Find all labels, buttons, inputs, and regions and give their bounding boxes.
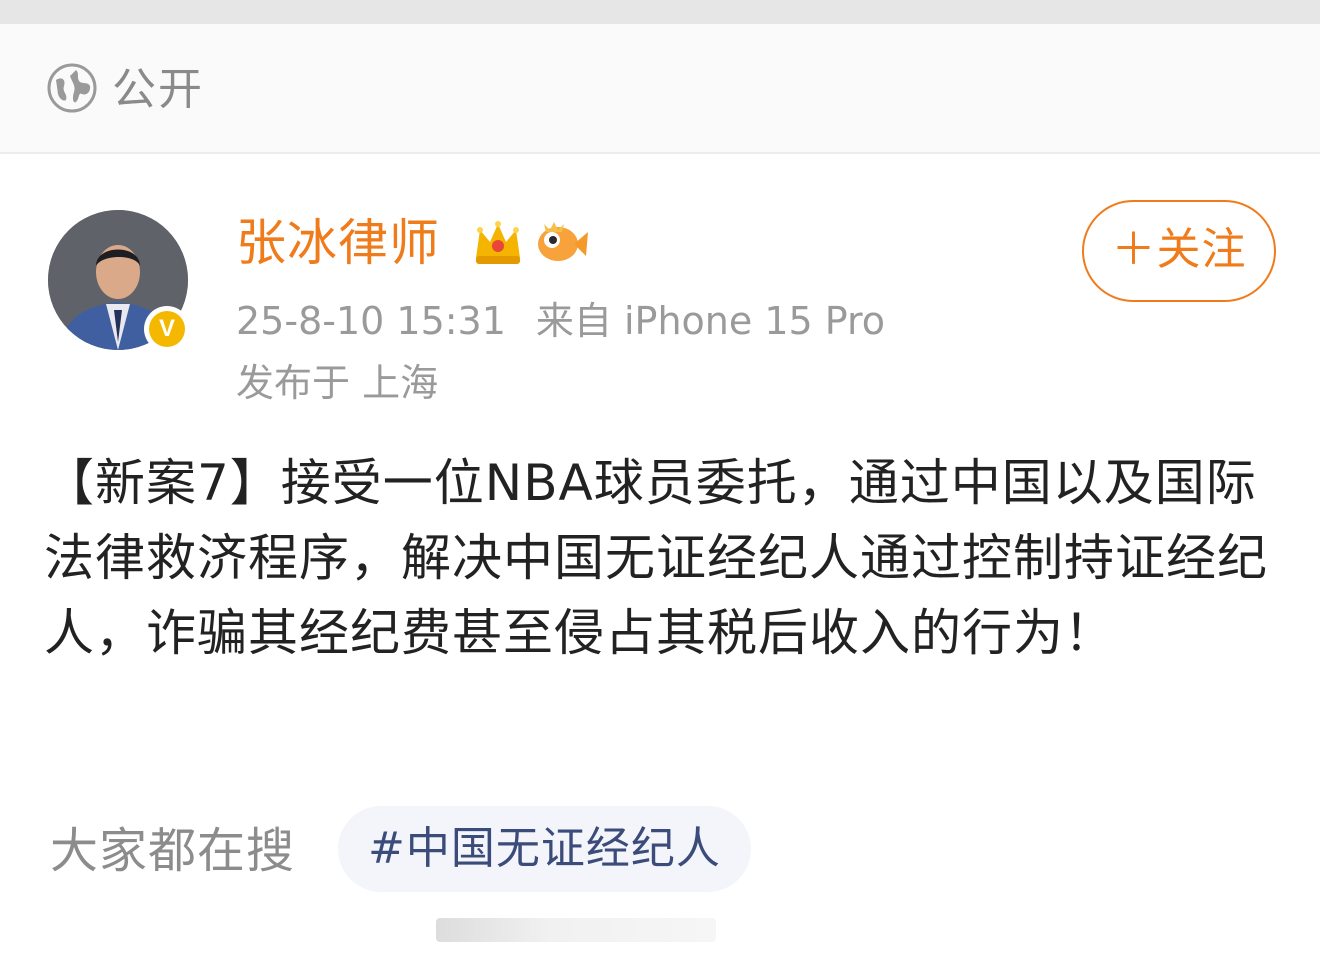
visibility-label: 公开: [112, 64, 204, 115]
trending-label: 大家都在搜: [50, 823, 296, 879]
verified-badge-mark: V: [149, 311, 185, 347]
globe-icon: [47, 63, 97, 113]
post-location: 发布于 上海: [236, 361, 439, 405]
post-source: 来自 iPhone 15 Pro: [535, 299, 886, 343]
follow-button[interactable]: ＋关注: [1082, 200, 1276, 302]
author-name[interactable]: 张冰律师: [236, 210, 440, 276]
loading-placeholder: [436, 918, 716, 942]
top-status-bar: [0, 0, 1320, 24]
verified-badge: V: [144, 306, 190, 352]
post-timestamp: 25-8-10 15:31: [236, 299, 506, 343]
post-meta: 25-8-10 15:31 来自 iPhone 15 Pro: [236, 296, 885, 346]
author-avatar[interactable]: V: [48, 210, 190, 352]
crown-icon: [476, 221, 520, 264]
post-body: 【新案7】接受一位NBA球员委托，通过中国以及国际法律救济程序，解决中国无证经纪…: [44, 454, 1268, 662]
visibility-row: 公开: [0, 24, 1320, 154]
trending-topic-chip[interactable]: #中国无证经纪人: [338, 806, 751, 892]
fish-icon: [538, 222, 588, 261]
